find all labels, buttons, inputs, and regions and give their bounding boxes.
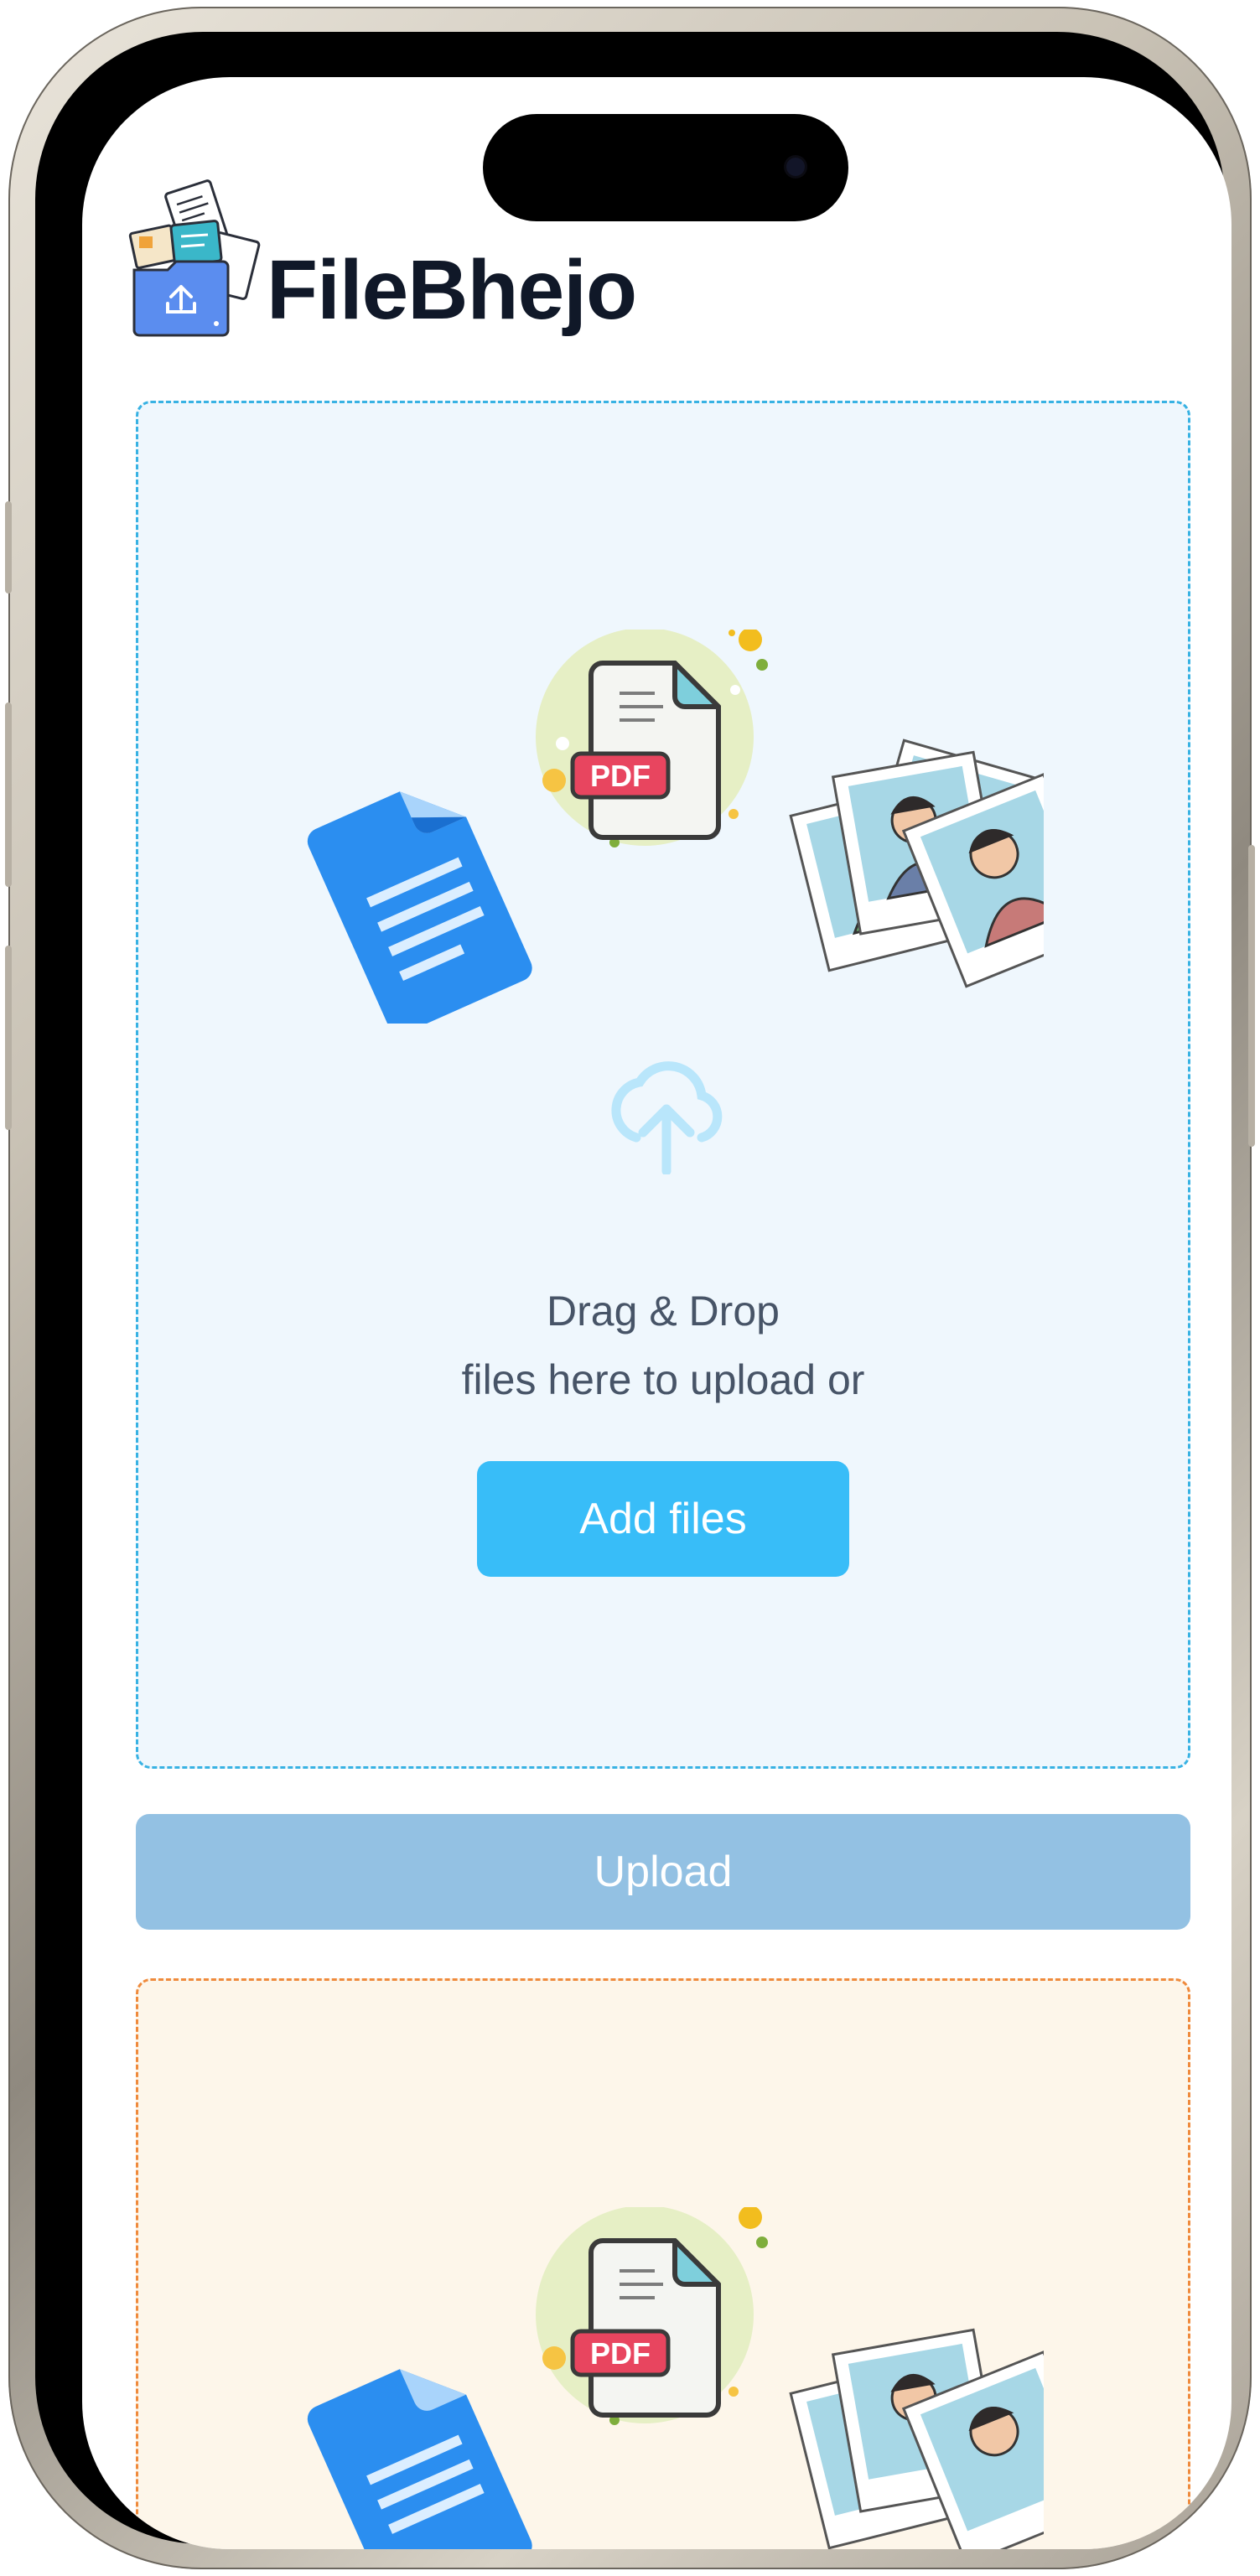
volume-up-button (5, 702, 12, 887)
pdf-badge-label: PDF (590, 2336, 651, 2371)
volume-down-button (5, 946, 12, 1130)
action-button (5, 501, 12, 593)
document-icon (307, 2369, 532, 2549)
dynamic-island (483, 114, 848, 221)
power-button (1248, 845, 1255, 1147)
phone-frame: FileBhejo PDF Drag & Drop files here to … (5, 7, 1255, 2569)
illustration: PDF (307, 630, 1044, 1024)
pdf-badge-label: PDF (590, 759, 651, 793)
app-title: FileBhejo (267, 243, 637, 337)
dropzone-heading: Drag & Drop (547, 1288, 780, 1335)
pdf-icon: PDF (536, 2207, 768, 2425)
upload-button[interactable]: Upload (136, 1814, 1190, 1930)
illustration-secondary: PDF (307, 2207, 1044, 2549)
cloud-upload-icon (611, 1061, 723, 1174)
document-icon (307, 791, 532, 1024)
dropzone-subtext: files here to upload or (461, 1356, 865, 1403)
screen: FileBhejo PDF Drag & Drop files here to … (82, 77, 1231, 2549)
camera-icon (786, 158, 805, 176)
add-files-button[interactable]: Add files (477, 1461, 849, 1577)
photos-icon (789, 2328, 1044, 2549)
file-dropzone[interactable]: PDF Drag & Drop files here to upload or … (136, 401, 1190, 1769)
pdf-icon: PDF (536, 630, 768, 847)
phone-bezel: FileBhejo PDF Drag & Drop files here to … (35, 32, 1231, 2549)
photos-icon (789, 739, 1044, 988)
app-logo-icon (128, 179, 261, 337)
secondary-dropzone[interactable]: PDF (136, 1978, 1190, 2549)
